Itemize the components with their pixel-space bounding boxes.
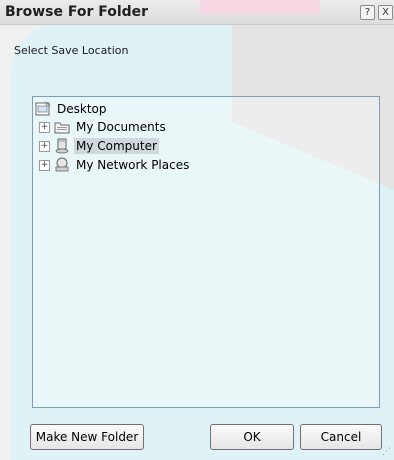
desktop-icon — [35, 101, 51, 116]
browse-for-folder-dialog: Browse For Folder ? X Select Save Locati… — [0, 0, 394, 460]
make-new-folder-button[interactable]: Make New Folder — [30, 424, 144, 450]
ok-button[interactable]: OK — [210, 424, 294, 450]
tree-item-my-network-places[interactable]: + My Network Places — [39, 156, 191, 174]
tree-item-label: My Computer — [74, 138, 159, 154]
close-button[interactable]: X — [378, 5, 393, 20]
expand-icon[interactable]: + — [39, 140, 50, 152]
tree-item-my-computer[interactable]: + My Computer — [39, 137, 159, 155]
tree-item-desktop[interactable]: Desktop — [35, 100, 109, 118]
help-button[interactable]: ? — [360, 5, 375, 20]
close-icon: X — [382, 7, 389, 18]
resize-grip-icon[interactable]: ⋰ — [382, 447, 391, 457]
expand-icon[interactable]: + — [39, 159, 50, 171]
tree-item-label: My Documents — [76, 120, 166, 134]
help-icon: ? — [364, 7, 371, 18]
title-bar: Browse For Folder ? X — [0, 0, 394, 25]
window-title: Browse For Folder — [5, 4, 149, 20]
cancel-button[interactable]: Cancel — [300, 424, 382, 450]
dialog-prompt: Select Save Location — [14, 44, 129, 57]
network-icon — [55, 157, 69, 172]
title-bar-accent — [200, 0, 320, 14]
computer-icon — [55, 138, 69, 154]
tree-item-label: Desktop — [57, 102, 107, 116]
tree-item-label: My Network Places — [76, 158, 190, 172]
folder-tree[interactable]: Desktop + My Documents + My Computer + M… — [32, 96, 380, 408]
folder-icon — [54, 122, 70, 134]
expand-icon[interactable]: + — [39, 121, 50, 133]
tree-item-my-documents[interactable]: + My Documents — [39, 118, 168, 136]
